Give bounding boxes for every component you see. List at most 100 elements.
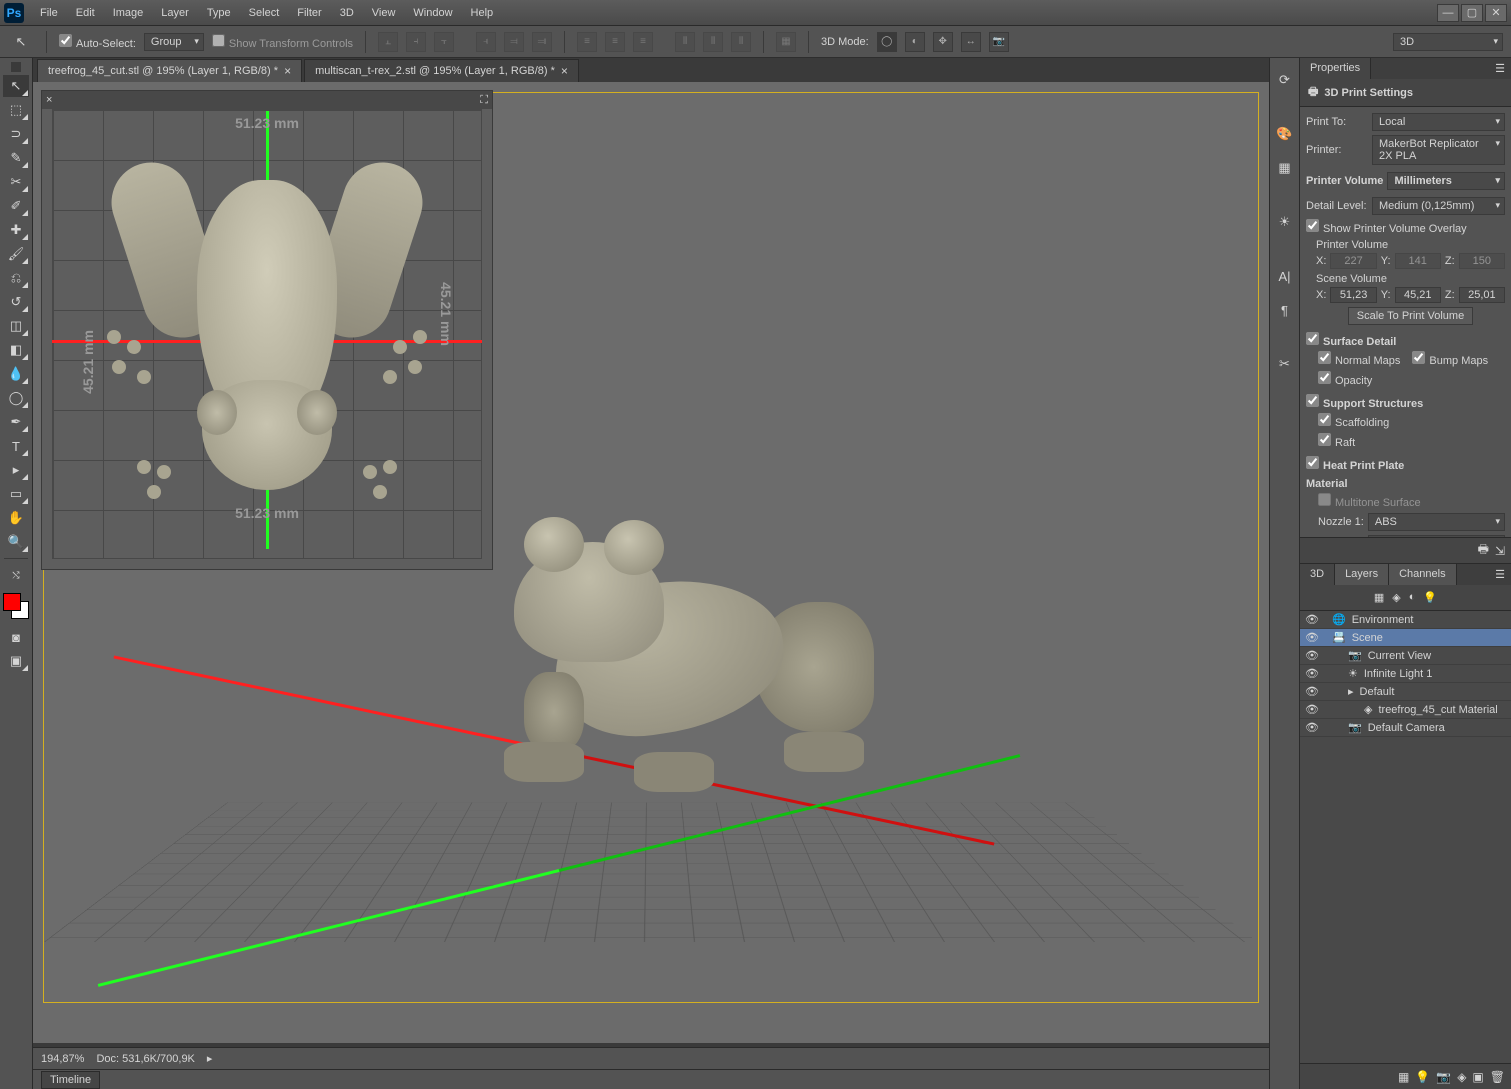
menu-help[interactable]: Help bbox=[463, 3, 502, 23]
menu-edit[interactable]: Edit bbox=[68, 3, 103, 23]
heat-plate-checkbox[interactable]: Heat Print Plate bbox=[1306, 456, 1404, 472]
scene-vol-y[interactable] bbox=[1395, 287, 1441, 303]
bump-maps-checkbox[interactable]: Bump Maps bbox=[1412, 351, 1488, 367]
adjustments-panel-icon[interactable]: ☀ bbox=[1272, 209, 1298, 235]
align-left-icon[interactable]: ⫣ bbox=[476, 32, 496, 52]
scaffolding-checkbox[interactable]: Scaffolding bbox=[1318, 413, 1389, 429]
pen-tool[interactable]: ✒ bbox=[3, 411, 29, 433]
scene-item[interactable]: 👁📷Default Camera bbox=[1300, 719, 1511, 737]
menu-layer[interactable]: Layer bbox=[153, 3, 197, 23]
panel-menu-icon[interactable]: ☰ bbox=[1489, 58, 1511, 79]
menu-window[interactable]: Window bbox=[405, 3, 460, 23]
panel-menu-icon[interactable]: ☰ bbox=[1489, 564, 1511, 585]
dist-top-icon[interactable]: ≡ bbox=[577, 32, 597, 52]
visibility-icon[interactable]: 👁 bbox=[1304, 631, 1320, 644]
doc-size-readout[interactable]: Doc: 531,6K/700,9K bbox=[96, 1053, 194, 1065]
screenmode-tool[interactable]: ▣ bbox=[3, 650, 29, 672]
auto-select-checkbox[interactable]: Auto-Select: bbox=[59, 34, 136, 50]
align-hcenter-icon[interactable]: ⫤ bbox=[504, 32, 524, 52]
menu-view[interactable]: View bbox=[364, 3, 404, 23]
move-tool[interactable]: ↖ bbox=[3, 75, 29, 97]
visibility-icon[interactable]: 👁 bbox=[1304, 649, 1320, 662]
tab-3d[interactable]: 3D bbox=[1300, 564, 1335, 585]
menu-select[interactable]: Select bbox=[241, 3, 288, 23]
history-panel-icon[interactable]: ⟳ bbox=[1272, 67, 1298, 93]
scene-item[interactable]: 👁☀Infinite Light 1 bbox=[1300, 665, 1511, 683]
nozzle2-dropdown[interactable]: Unu… bbox=[1368, 535, 1505, 537]
toolbox-collapse-icon[interactable] bbox=[11, 62, 21, 72]
filter-scene-icon[interactable]: ▦ bbox=[1374, 591, 1384, 604]
timeline-toggle[interactable]: Timeline bbox=[41, 1071, 100, 1089]
marquee-tool[interactable]: ⬚ bbox=[3, 99, 29, 121]
scene-item[interactable]: 👁📇Scene bbox=[1300, 629, 1511, 647]
filter-light-icon[interactable]: 💡 bbox=[1423, 591, 1437, 604]
scene-item[interactable]: 👁◈treefrog_45_cut Material bbox=[1300, 701, 1511, 719]
filter-material-icon[interactable]: ◐ bbox=[1409, 591, 1416, 604]
character-panel-icon[interactable]: A| bbox=[1272, 263, 1298, 289]
multitone-checkbox[interactable]: Multitone Surface bbox=[1318, 493, 1421, 509]
zoom-tool[interactable]: 🔍 bbox=[3, 531, 29, 553]
foreground-color[interactable] bbox=[3, 593, 21, 611]
raft-checkbox[interactable]: Raft bbox=[1318, 433, 1355, 449]
printer-dropdown[interactable]: MakerBot Replicator 2X PLA bbox=[1372, 135, 1505, 165]
3d-orbit-icon[interactable]: ◯ bbox=[877, 32, 897, 52]
unit-dropdown[interactable]: Millimeters bbox=[1387, 172, 1505, 190]
scale-to-volume-button[interactable]: Scale To Print Volume bbox=[1348, 307, 1473, 325]
type-tool[interactable]: T bbox=[3, 435, 29, 457]
new-mesh-icon[interactable]: ◈ bbox=[1457, 1070, 1466, 1084]
doc-tab-1[interactable]: treefrog_45_cut.stl @ 195% (Layer 1, RGB… bbox=[37, 59, 302, 82]
surface-detail-checkbox[interactable]: Surface Detail bbox=[1306, 332, 1396, 348]
filter-mesh-icon[interactable]: ◈ bbox=[1392, 591, 1400, 604]
menu-image[interactable]: Image bbox=[105, 3, 152, 23]
3d-roll-icon[interactable]: ◐ bbox=[905, 32, 925, 52]
nozzle1-dropdown[interactable]: ABS bbox=[1368, 513, 1505, 531]
dodge-tool[interactable]: ◯ bbox=[3, 387, 29, 409]
color-panel-icon[interactable]: 🎨 bbox=[1272, 121, 1298, 147]
dist-left-icon[interactable]: ⦀ bbox=[675, 32, 695, 52]
eyedropper-tool[interactable]: ✐ bbox=[3, 195, 29, 217]
expand-icon[interactable]: ⛶ bbox=[480, 94, 488, 107]
path-select-tool[interactable]: ▸ bbox=[3, 459, 29, 481]
dist-vcenter-icon[interactable]: ≡ bbox=[605, 32, 625, 52]
normal-maps-checkbox[interactable]: Normal Maps bbox=[1318, 351, 1400, 367]
quick-select-tool[interactable]: ✎ bbox=[3, 147, 29, 169]
tab-layers[interactable]: Layers bbox=[1335, 564, 1389, 585]
new-folder-icon[interactable]: ▣ bbox=[1472, 1070, 1483, 1084]
scene-vol-x[interactable] bbox=[1330, 287, 1376, 303]
support-structures-checkbox[interactable]: Support Structures bbox=[1306, 394, 1423, 410]
scene-item[interactable]: 👁📷Current View bbox=[1300, 647, 1511, 665]
quickmask-tool[interactable]: ◙ bbox=[3, 626, 29, 648]
menu-3d[interactable]: 3D bbox=[332, 3, 362, 23]
visibility-icon[interactable]: 👁 bbox=[1304, 685, 1320, 698]
workspace-dropdown[interactable]: 3D bbox=[1393, 33, 1503, 51]
healing-tool[interactable]: ✚ bbox=[3, 219, 29, 241]
close-icon[interactable]: × bbox=[284, 64, 291, 78]
detail-dropdown[interactable]: Medium (0,125mm) bbox=[1372, 197, 1505, 215]
print-icon[interactable]: 🖶 bbox=[1478, 540, 1489, 561]
auto-select-dropdown[interactable]: Group bbox=[144, 33, 204, 51]
close-button[interactable]: ✕ bbox=[1485, 4, 1507, 22]
swatches-panel-icon[interactable]: ▦ bbox=[1272, 155, 1298, 181]
new-camera-icon[interactable]: 📷 bbox=[1436, 1070, 1451, 1084]
align-top-icon[interactable]: ⫠ bbox=[378, 32, 398, 52]
brush-tool[interactable]: 🖌 bbox=[3, 243, 29, 265]
visibility-icon[interactable]: 👁 bbox=[1304, 667, 1320, 680]
close-icon[interactable]: × bbox=[46, 94, 52, 106]
visibility-icon[interactable]: 👁 bbox=[1304, 703, 1320, 716]
3d-model-frog[interactable] bbox=[474, 472, 894, 792]
dist-hcenter-icon[interactable]: ⦀ bbox=[703, 32, 723, 52]
opacity-checkbox[interactable]: Opacity bbox=[1318, 371, 1372, 387]
trash-icon[interactable]: 🗑 bbox=[1490, 1070, 1505, 1084]
dist-bottom-icon[interactable]: ≡ bbox=[633, 32, 653, 52]
render-icon[interactable]: ▦ bbox=[1398, 1070, 1409, 1084]
visibility-icon[interactable]: 👁 bbox=[1304, 721, 1320, 734]
history-brush-tool[interactable]: ↺ bbox=[3, 291, 29, 313]
clone-stamp-tool[interactable]: ⎌ bbox=[3, 267, 29, 289]
zoom-readout[interactable]: 194,87% bbox=[41, 1053, 84, 1065]
show-overlay-checkbox[interactable]: Show Printer Volume Overlay bbox=[1306, 219, 1467, 235]
menu-file[interactable]: File bbox=[32, 3, 66, 23]
3d-slide-icon[interactable]: ↔ bbox=[961, 32, 981, 52]
secondary-view-window[interactable]: × ⛶ 51.23 mm 51.23 mm 45.21 mm 45.21 mm bbox=[41, 90, 493, 570]
menu-type[interactable]: Type bbox=[199, 3, 239, 23]
dist-right-icon[interactable]: ⦀ bbox=[731, 32, 751, 52]
